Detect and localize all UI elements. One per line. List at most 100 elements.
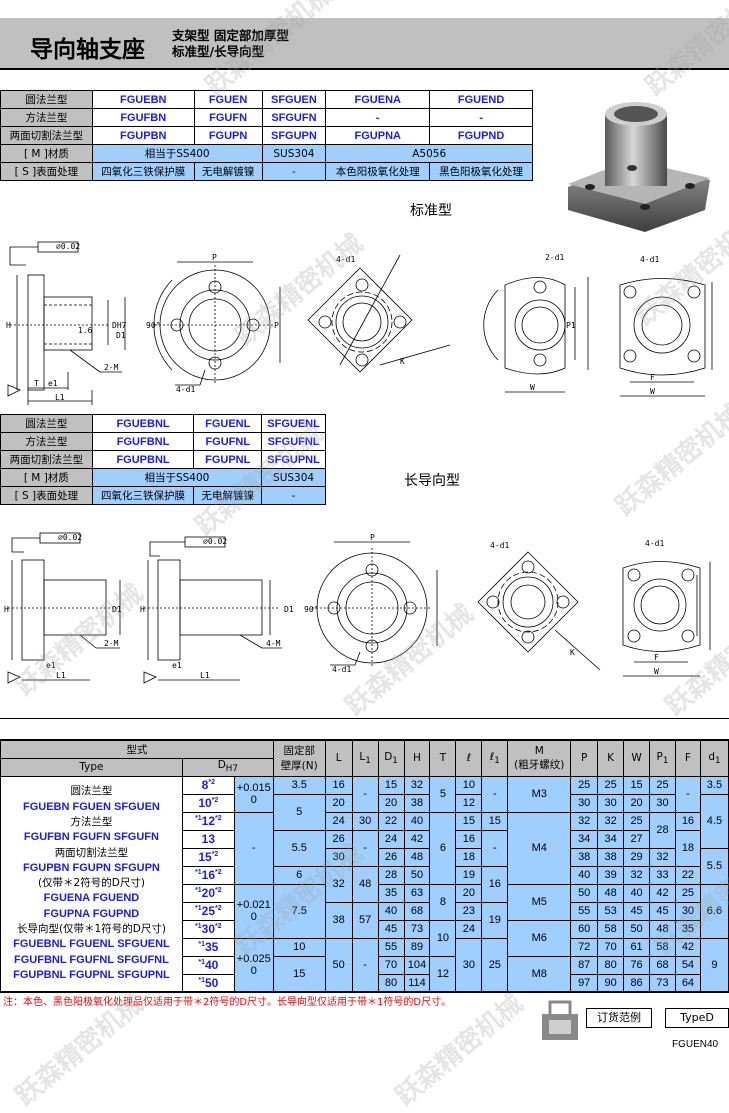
long-type-drawings: H ⌀0.02 2-M e1 L1 D1 H ⌀0.02 4-M e1 L1 D… xyxy=(4,532,711,684)
header-sub: 1 xyxy=(715,755,721,766)
d1-cell: 45 xyxy=(377,919,405,939)
example-code: FGUEN40 xyxy=(672,1039,719,1050)
row-label: 圆法兰型 xyxy=(0,90,93,109)
product-photo xyxy=(568,102,710,232)
p1-cell: 28 xyxy=(649,811,676,849)
k-cell: 80 xyxy=(597,955,625,975)
bore-diameter-cell: *150 xyxy=(181,973,235,993)
mark-1: *1 xyxy=(195,869,202,876)
model-cell: SFGUFN xyxy=(261,108,327,127)
h-cell: 32 xyxy=(403,775,431,795)
type-d-button[interactable]: TypeD xyxy=(665,1008,729,1028)
dim-label: D1 xyxy=(116,331,126,340)
mark-1: *1 xyxy=(198,976,205,984)
model-cell: SFGUPNL xyxy=(261,450,326,469)
model-cell: FGUENL xyxy=(193,414,263,433)
f-cell: 42 xyxy=(674,937,701,957)
dim-label: e1 xyxy=(46,661,56,670)
p-cell: 34 xyxy=(570,829,599,849)
bore-value: 13 xyxy=(201,832,216,846)
mark-1: *1 xyxy=(195,815,202,822)
bore-diameter-cell: 10*2 xyxy=(181,793,235,813)
n-cell: 15 xyxy=(272,955,326,993)
dim-label: 4-d1 xyxy=(645,539,664,548)
h-cell: 73 xyxy=(403,919,431,939)
tolerance-lower: 0 xyxy=(250,911,257,923)
n-cell: 6 xyxy=(272,865,326,885)
section-divider xyxy=(0,718,729,719)
l-cell: 20 xyxy=(455,883,483,903)
l-cell: 30 xyxy=(324,847,353,867)
l-cell: 30 xyxy=(455,937,483,993)
mark-2: *2 xyxy=(215,815,222,822)
dim-label: F xyxy=(654,653,659,662)
k-cell: 58 xyxy=(597,919,625,939)
dim-label: H xyxy=(4,605,9,614)
dim-label: 4-d1 xyxy=(640,255,659,264)
dim-label: W xyxy=(650,387,655,396)
model-cell: FGUPN xyxy=(193,126,263,145)
P1-header: P1 xyxy=(649,739,676,777)
l-cell: 16 xyxy=(324,775,353,795)
model-cell: FGUENA xyxy=(325,90,431,109)
d1-cell: 6.6 xyxy=(699,883,729,939)
dim-label: K xyxy=(570,648,575,657)
dim-label: 4-d1 xyxy=(490,541,509,550)
k-cell: 39 xyxy=(597,865,625,885)
f-cell: 54 xyxy=(674,955,701,975)
w-cell: 76 xyxy=(623,955,651,975)
surface-cell: 本色阳极氧化处理 xyxy=(325,162,431,181)
dim-label: 4-M xyxy=(266,639,281,648)
header-text: M xyxy=(534,744,544,757)
l-cell: 18 xyxy=(455,847,483,867)
dim-label: 1.6 xyxy=(78,326,93,335)
long-round-flange-drawing: P 90° 4-d1 xyxy=(304,533,438,674)
p1-cell: 32 xyxy=(649,847,676,867)
material-row: [ M ]材质 相当于SS400 SUS304 A5056 xyxy=(0,144,533,163)
K-header: K xyxy=(597,739,625,777)
bore-value: 20 xyxy=(201,886,216,900)
p1-cell: 33 xyxy=(649,865,676,885)
p-cell: 97 xyxy=(570,973,599,993)
surface-cell: 无电解镀镍 xyxy=(193,162,263,181)
dim-label: 4-d1 xyxy=(176,385,195,394)
l-cell: 10 xyxy=(455,775,483,795)
tolerance-upper: - xyxy=(251,842,256,854)
header-sub: 1 xyxy=(662,755,669,766)
type-category: 圆法兰型 xyxy=(70,785,113,798)
dim-label: P xyxy=(212,253,217,262)
model-cell: FGUPND xyxy=(429,126,533,145)
l1-header: ℓ1 xyxy=(481,739,509,777)
l-header: ℓ xyxy=(455,739,483,777)
k-cell: 38 xyxy=(597,847,625,867)
bore-diameter-cell: *125*2 xyxy=(181,901,235,921)
l1-cell: 48 xyxy=(351,865,379,903)
h-cell: 89 xyxy=(403,937,431,957)
bore-diameter-cell: *140 xyxy=(181,955,235,975)
table-row: 圆法兰型 FGUEBN FGUEN SFGUEN FGUENA FGUEND xyxy=(0,90,533,109)
mark-2: *2 xyxy=(215,905,222,912)
long-side-view-drawing-2m: H ⌀0.02 2-M e1 L1 D1 xyxy=(4,532,122,684)
d1-cell: 9 xyxy=(699,937,729,993)
header-sub: 1 xyxy=(494,755,500,766)
t-cell: 5 xyxy=(429,775,457,813)
surface-cell: 四氧化三铁保护膜 xyxy=(91,486,195,505)
p-cell: 30 xyxy=(570,793,599,813)
dim-label: H xyxy=(140,605,145,614)
surface-cell: - xyxy=(261,162,327,181)
table-row: 两面切割法兰型 FGUPBNL FGUPNL SFGUPNL xyxy=(0,450,326,469)
p1-cell: 45 xyxy=(649,901,676,921)
row-label: 方法兰型 xyxy=(0,108,93,127)
model-cell: SFGUPN xyxy=(261,126,327,145)
surface-cell: 无电解镀镍 xyxy=(193,486,263,505)
bore-value: 30 xyxy=(201,922,216,936)
w-cell: 27 xyxy=(623,829,651,849)
k-cell: 53 xyxy=(597,901,625,921)
t-cell: 12 xyxy=(429,955,457,993)
mark-2: *2 xyxy=(211,797,219,804)
model-cell: FGUPBN xyxy=(91,126,195,145)
d1-cell: 70 xyxy=(377,955,405,975)
order-example-button[interactable]: 订货范例 xyxy=(586,1008,652,1028)
dim-label: P xyxy=(370,533,375,542)
h-cell: 38 xyxy=(403,793,431,813)
